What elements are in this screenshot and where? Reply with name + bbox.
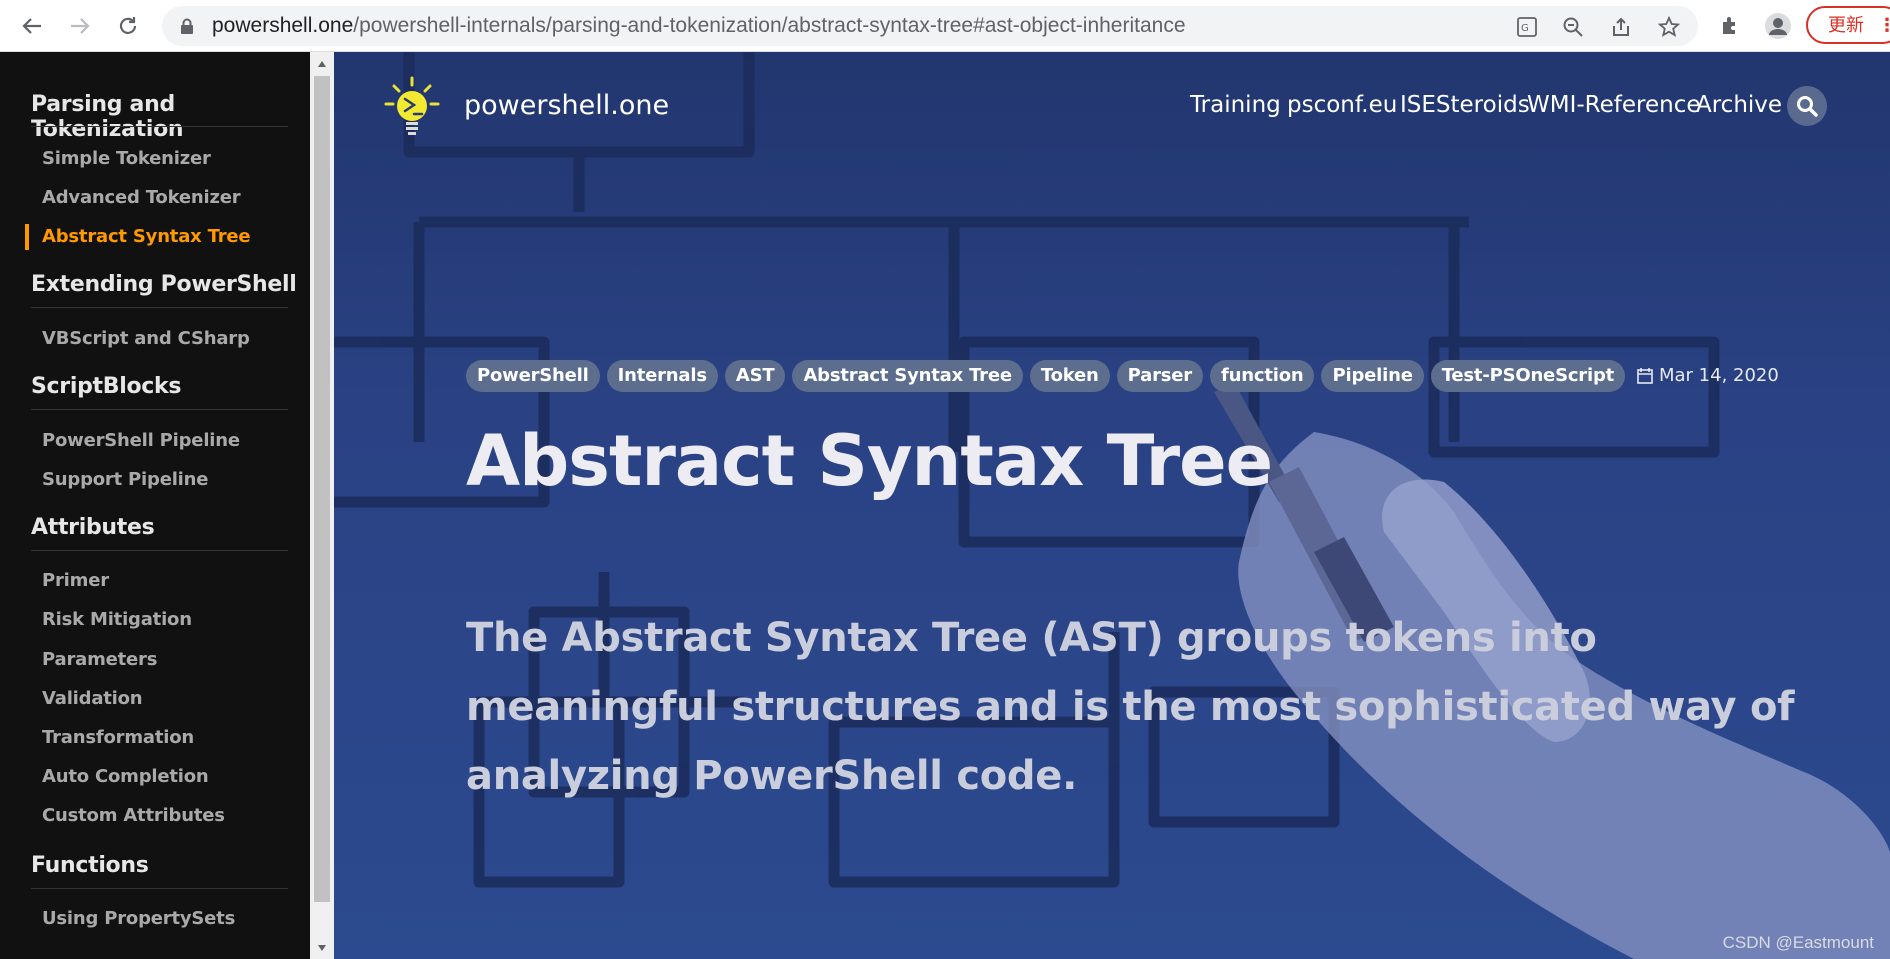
tag-abstract-syntax-tree[interactable]: Abstract Syntax Tree [792,360,1023,392]
flowchart-background-image [334,52,1890,959]
sidebar-item-advanced-tokenizer[interactable]: Advanced Tokenizer [42,187,241,208]
nav-link-archive[interactable]: Archive [1696,92,1782,118]
sidebar-section-scriptblocks[interactable]: ScriptBlocks [31,374,181,399]
tag-internals[interactable]: Internals [606,360,718,392]
reload-icon [119,17,137,34]
tag-list: PowerShell Internals AST Abstract Syntax… [466,360,1626,392]
extensions-puzzle-icon[interactable] [1714,10,1746,42]
date-text: Mar 14, 2020 [1659,365,1779,386]
tag-test-psonescript[interactable]: Test-PSOneScript [1430,360,1626,392]
tag-function[interactable]: function [1209,360,1315,392]
search-icon [1797,96,1818,117]
sidebar-item-vbscript-csharp[interactable]: VBScript and CSharp [42,328,250,349]
watermark: CSDN @Eastmount [1722,933,1874,952]
sidebar-item-support-pipeline[interactable]: Support Pipeline [42,469,208,490]
divider [31,307,288,308]
sidebar-scrollbar[interactable] [310,52,334,959]
forward-arrow-icon [71,18,90,34]
svg-text:G: G [1521,23,1529,34]
nav-link-training[interactable]: Training [1190,92,1281,118]
sidebar-item-risk-mitigation[interactable]: Risk Mitigation [42,609,192,630]
sidebar-item-abstract-syntax-tree[interactable]: Abstract Syntax Tree [42,226,251,247]
tag-token[interactable]: Token [1029,360,1110,392]
tag-parser[interactable]: Parser [1116,360,1203,392]
share-icon[interactable] [1608,14,1634,40]
scroll-up-arrow-icon[interactable] [317,60,327,68]
divider [31,409,288,410]
hero-section: powershell.one Training psconf.eu ISESte… [334,52,1890,959]
sidebar-item-using-propertysets[interactable]: Using PropertySets [42,908,235,929]
search-button[interactable] [1787,86,1827,126]
zoom-out-icon[interactable] [1560,14,1586,40]
article-lead: The Abstract Syntax Tree (AST) groups to… [466,615,1795,799]
sidebar-item-auto-completion[interactable]: Auto Completion [42,766,209,787]
tag-pipeline[interactable]: Pipeline [1321,360,1424,392]
update-button[interactable]: 更新 ⋮ [1806,6,1890,44]
sidebar-item-simple-tokenizer[interactable]: Simple Tokenizer [42,148,211,169]
browser-toolbar: powershell.one/powershell-internals/pars… [0,0,1890,52]
scroll-down-arrow-icon[interactable] [317,944,327,952]
divider [31,550,288,551]
page-title: Abstract Syntax Tree [466,420,1273,502]
nav-link-isesteroids[interactable]: ISESteroids [1400,92,1530,118]
divider [31,888,288,889]
update-label: 更新 [1828,15,1864,35]
site-name[interactable]: powershell.one [464,90,669,121]
sidebar-item-powershell-pipeline[interactable]: PowerShell Pipeline [42,430,240,451]
publish-date: Mar 14, 2020 [1637,365,1779,386]
sidebar-section-attributes[interactable]: Attributes [31,515,155,540]
sidebar-item-custom-attributes[interactable]: Custom Attributes [42,805,225,826]
powershell-one-logo-icon[interactable] [384,76,444,136]
sidebar-section-parsing[interactable]: Parsing and Tokenization [31,92,310,142]
menu-dots-icon: ⋮ [1878,15,1890,35]
translate-icon[interactable]: G [1514,14,1540,40]
nav-link-wmi-reference[interactable]: WMI-Reference [1527,92,1701,118]
tag-ast[interactable]: AST [724,360,786,392]
profile-avatar-icon[interactable] [1762,10,1794,42]
tag-powershell[interactable]: PowerShell [466,360,600,392]
sidebar-section-functions[interactable]: Functions [31,853,149,878]
nav-link-psconf[interactable]: psconf.eu [1287,92,1397,118]
sidebar-item-validation[interactable]: Validation [42,688,143,709]
lock-icon [181,18,193,34]
calendar-icon [1637,368,1653,384]
back-arrow-icon [22,18,41,34]
sidebar-item-parameters[interactable]: Parameters [42,649,157,670]
sidebar-section-extending[interactable]: Extending PowerShell [31,272,297,297]
divider [31,126,288,127]
address-bar[interactable]: powershell.one/powershell-internals/pars… [162,6,1698,46]
sidebar: Parsing and Tokenization Simple Tokenize… [0,52,310,959]
url-text: powershell.one/powershell-internals/pars… [212,14,1186,37]
reload-button[interactable] [112,10,144,42]
forward-button[interactable] [64,10,96,42]
back-button[interactable] [16,10,48,42]
active-indicator [25,224,29,250]
sidebar-item-primer[interactable]: Primer [42,570,109,591]
scroll-thumb[interactable] [314,76,330,902]
bookmark-star-icon[interactable] [1656,14,1682,40]
sidebar-item-transformation[interactable]: Transformation [42,727,194,748]
